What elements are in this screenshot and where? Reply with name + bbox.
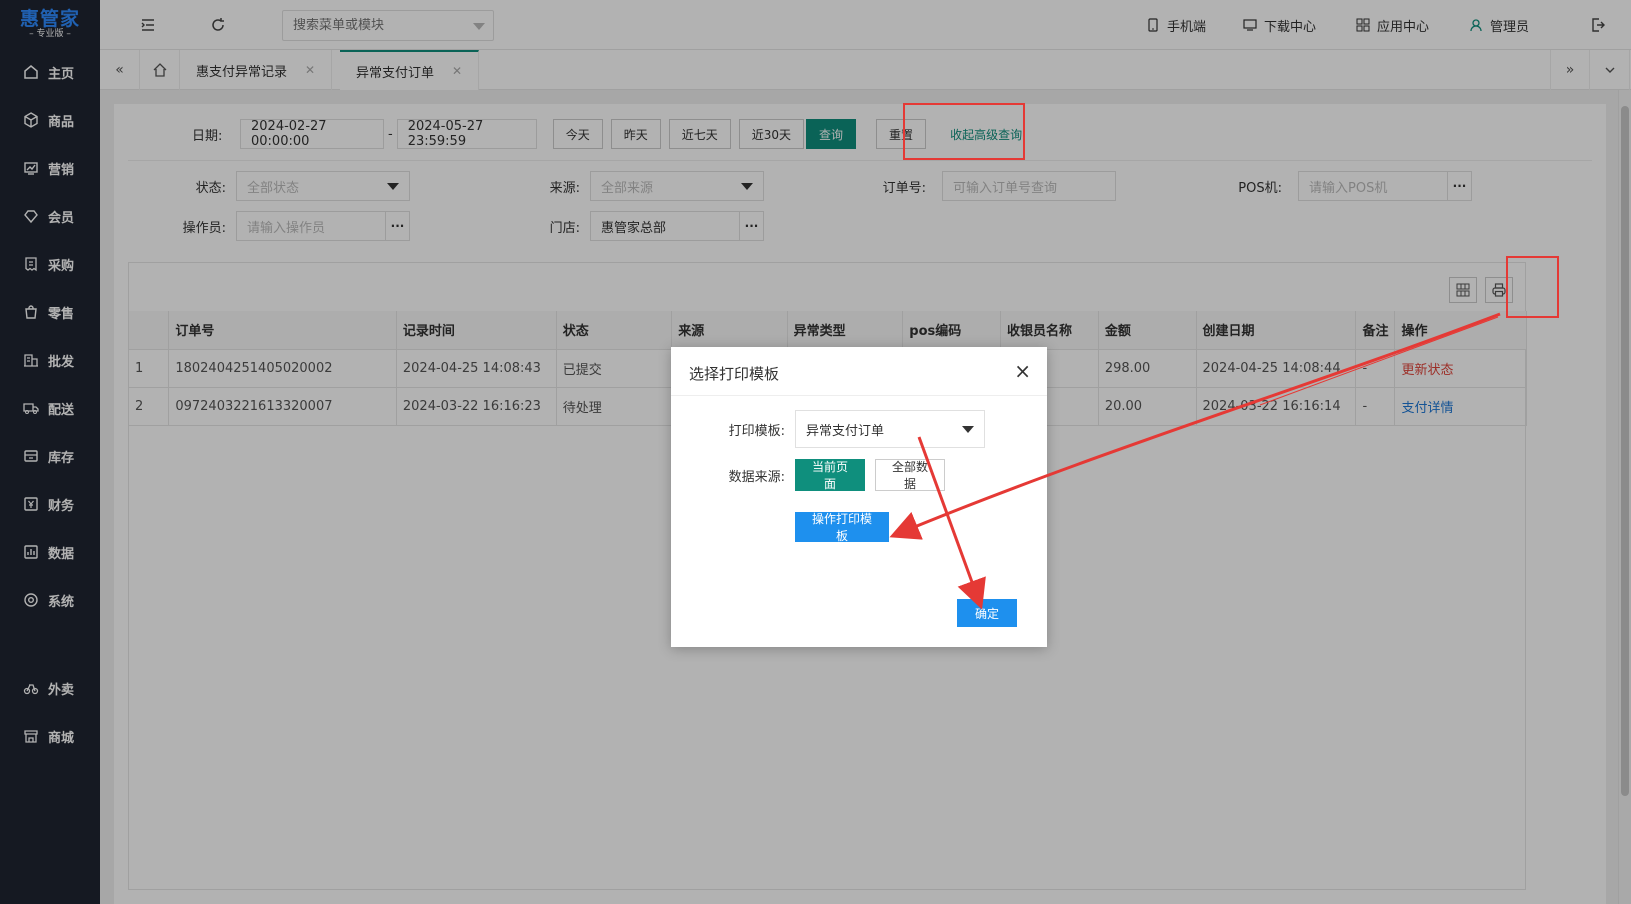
confirm-button[interactable]: 确定 <box>957 599 1017 627</box>
chevron-down-icon <box>962 426 974 433</box>
current-page-button[interactable]: 当前页面 <box>795 459 865 491</box>
template-select-value: 异常支付订单 <box>806 423 885 439</box>
dialog-divider <box>671 395 1047 396</box>
template-label: 打印模板: <box>728 423 785 439</box>
operate-print-template-button[interactable]: 操作打印模板 <box>795 512 889 543</box>
print-template-dialog: 选择打印模板 × 打印模板: 异常支付订单 数据来源: 当前页面 全部数据 操作… <box>671 347 1047 647</box>
template-row: 打印模板: 异常支付订单 <box>699 410 985 448</box>
close-icon[interactable]: × <box>1014 359 1031 383</box>
dialog-title: 选择打印模板 <box>689 365 780 383</box>
all-data-button[interactable]: 全部数据 <box>875 459 945 491</box>
template-select[interactable]: 异常支付订单 <box>795 410 985 448</box>
annotation-box-advanced-query <box>903 103 1025 160</box>
annotation-box-print <box>1506 256 1559 318</box>
data-source-row: 数据来源: 当前页面 全部数据 <box>699 459 945 491</box>
data-source-label: 数据来源: <box>728 469 785 485</box>
